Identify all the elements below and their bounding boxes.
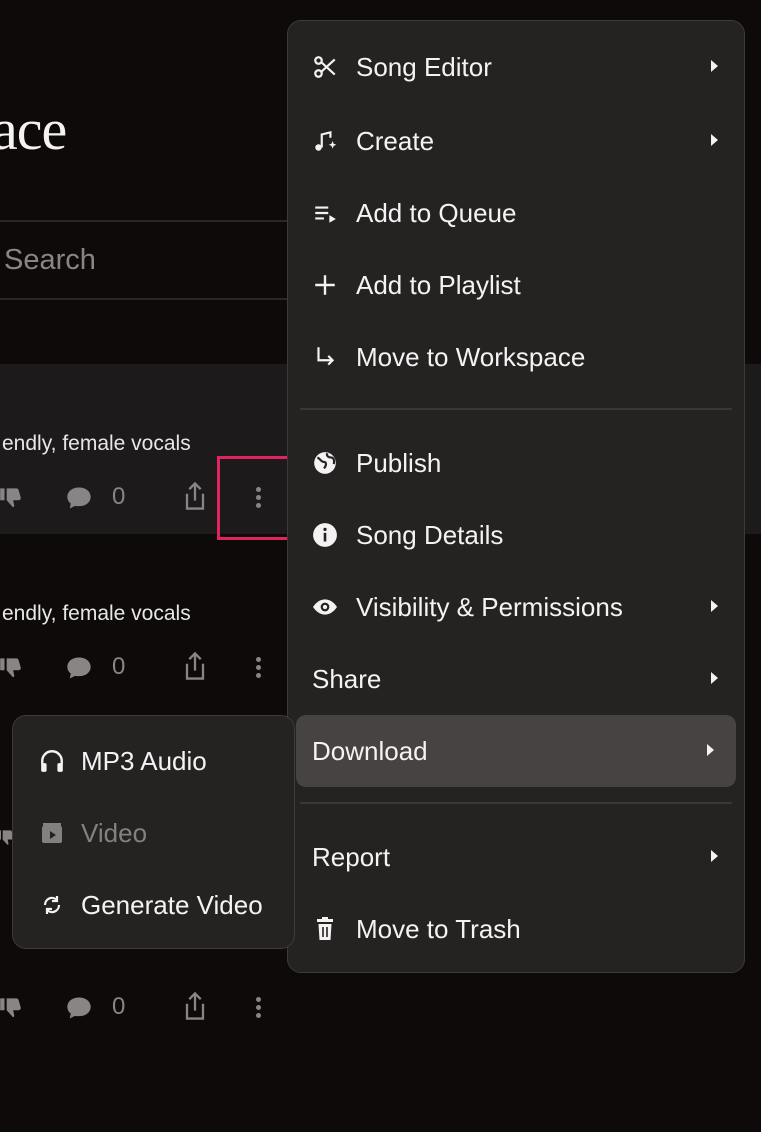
menu-item-label: Publish bbox=[356, 447, 442, 478]
menu-item-create[interactable]: Create bbox=[288, 105, 744, 177]
download-submenu: MP3 Audio Video Generate Video bbox=[12, 715, 295, 949]
menu-separator bbox=[300, 408, 732, 410]
divider bbox=[0, 298, 290, 300]
submenu-item-label: Generate Video bbox=[81, 889, 263, 920]
eye-icon bbox=[312, 594, 338, 620]
chevron-right-icon bbox=[711, 60, 718, 72]
comment-count: 0 bbox=[112, 653, 126, 680]
more-options-icon[interactable] bbox=[256, 997, 261, 1018]
submenu-item-label: Video bbox=[81, 817, 148, 848]
share-icon[interactable] bbox=[181, 990, 209, 1027]
comment-count: 0 bbox=[112, 993, 126, 1020]
menu-item-song-details[interactable]: Song Details bbox=[288, 499, 744, 571]
menu-item-publish[interactable]: Publish bbox=[288, 427, 744, 499]
menu-item-label: Add to Playlist bbox=[356, 269, 521, 300]
menu-item-label: Move to Workspace bbox=[356, 341, 586, 372]
comment-icon[interactable] bbox=[65, 995, 93, 1026]
arrow-down-right-icon bbox=[312, 344, 338, 370]
submenu-item-label: MP3 Audio bbox=[81, 745, 207, 776]
menu-item-label: Report bbox=[312, 841, 391, 872]
submenu-item-mp3-audio[interactable]: MP3 Audio bbox=[13, 725, 294, 797]
chevron-right-icon bbox=[711, 134, 718, 146]
chevron-right-icon bbox=[707, 744, 714, 756]
menu-item-label: Share bbox=[312, 663, 382, 694]
highlight-box bbox=[217, 456, 298, 540]
menu-item-move-to-trash[interactable]: Move to Trash bbox=[288, 893, 744, 965]
song-tags: endly, female vocals bbox=[2, 432, 191, 455]
menu-item-add-to-queue[interactable]: Add to Queue bbox=[288, 177, 744, 249]
menu-item-label: Add to Queue bbox=[356, 197, 517, 228]
menu-item-move-to-workspace[interactable]: Move to Workspace bbox=[288, 321, 744, 393]
share-icon[interactable] bbox=[181, 650, 209, 687]
dislike-icon[interactable] bbox=[0, 484, 24, 515]
dislike-icon[interactable] bbox=[0, 994, 24, 1025]
menu-item-download[interactable]: Download bbox=[296, 715, 736, 787]
chevron-right-icon bbox=[711, 672, 718, 684]
submenu-item-generate-video[interactable]: Generate Video bbox=[13, 869, 294, 941]
song-tags: endly, female vocals bbox=[2, 602, 191, 625]
menu-item-label: Song Editor bbox=[356, 51, 492, 82]
divider bbox=[0, 220, 290, 222]
chevron-right-icon bbox=[711, 850, 718, 862]
comment-icon[interactable] bbox=[65, 655, 93, 686]
menu-item-song-editor[interactable]: Song Editor bbox=[288, 31, 744, 103]
plus-icon bbox=[312, 272, 338, 298]
music-sparkle-icon bbox=[312, 128, 338, 154]
menu-item-share[interactable]: Share bbox=[288, 643, 744, 715]
comment-icon[interactable] bbox=[65, 485, 93, 516]
comment-count: 0 bbox=[112, 483, 126, 510]
headphones-icon bbox=[39, 748, 65, 774]
scissors-icon bbox=[312, 54, 338, 80]
globe-icon bbox=[312, 450, 338, 476]
menu-separator bbox=[300, 802, 732, 804]
menu-item-label: Song Details bbox=[356, 519, 504, 550]
dislike-icon[interactable] bbox=[0, 654, 24, 685]
menu-item-label: Download bbox=[312, 735, 428, 766]
search-input[interactable]: Search bbox=[4, 244, 96, 277]
submenu-item-video[interactable]: Video bbox=[13, 797, 294, 869]
menu-item-label: Visibility & Permissions bbox=[356, 591, 623, 622]
queue-icon bbox=[312, 200, 338, 226]
chevron-right-icon bbox=[711, 600, 718, 612]
trash-icon bbox=[312, 916, 338, 942]
more-options-icon[interactable] bbox=[256, 657, 261, 678]
menu-item-visibility-permissions[interactable]: Visibility & Permissions bbox=[288, 571, 744, 643]
video-icon bbox=[39, 820, 65, 846]
info-icon bbox=[312, 522, 338, 548]
menu-item-add-to-playlist[interactable]: Add to Playlist bbox=[288, 249, 744, 321]
menu-item-label: Create bbox=[356, 125, 435, 156]
share-icon[interactable] bbox=[181, 480, 209, 517]
menu-item-report[interactable]: Report bbox=[288, 821, 744, 893]
page-title: ace bbox=[0, 97, 67, 162]
context-menu: Song Editor Create Add to Queue Add to P… bbox=[287, 20, 745, 973]
menu-item-label: Move to Trash bbox=[356, 913, 521, 944]
refresh-icon bbox=[39, 892, 65, 918]
